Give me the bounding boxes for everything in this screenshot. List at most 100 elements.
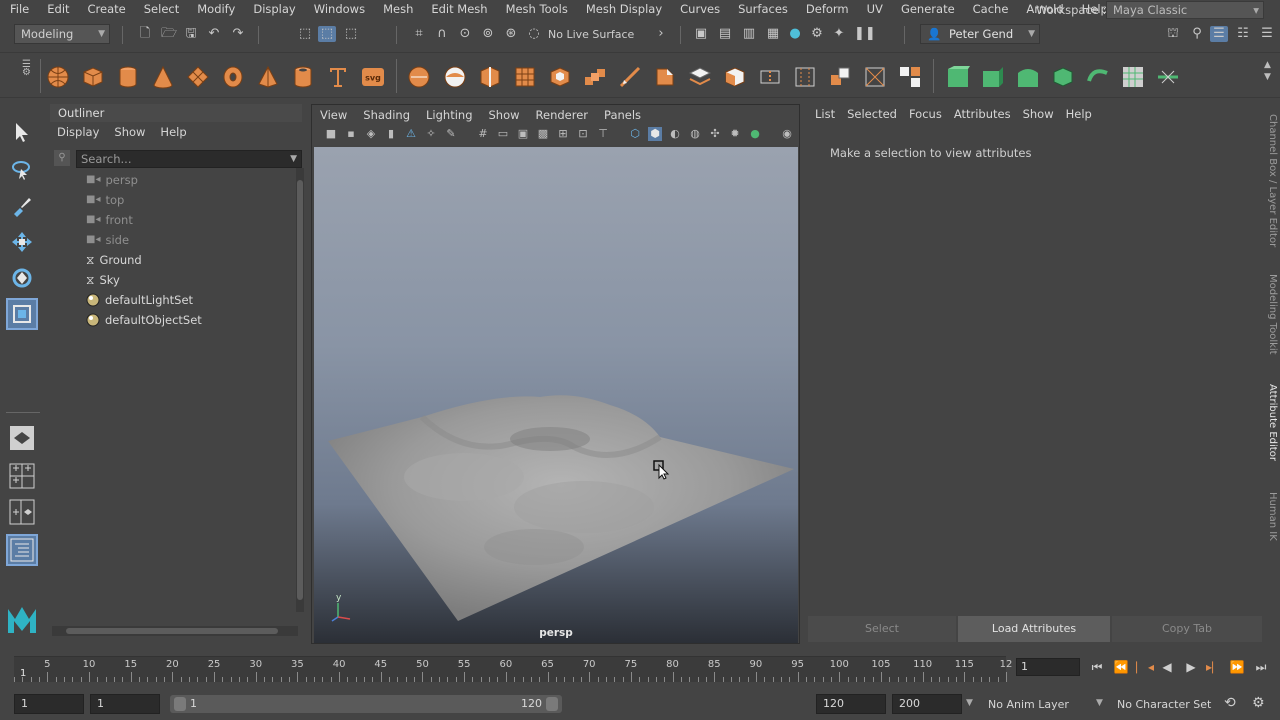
viewport-menu-panels[interactable]: Panels: [596, 108, 649, 122]
save-scene-icon[interactable]: 🖫: [182, 26, 200, 42]
outliner-item-front[interactable]: ■◂ front: [86, 210, 133, 230]
offset-edge-loop-icon[interactable]: [793, 65, 817, 89]
step-forward-frame-icon[interactable]: ▸⎸: [1206, 659, 1224, 675]
tab-modeling-toolkit[interactable]: Modeling Toolkit: [1264, 274, 1278, 355]
tool-settings-toggle-icon[interactable]: ☷: [1234, 26, 1252, 42]
viewport-menu-show[interactable]: Show: [481, 108, 528, 122]
menu-edit[interactable]: Edit: [37, 2, 77, 16]
camera-attributes-icon[interactable]: ■: [324, 127, 338, 141]
attribute-editor-toggle-icon[interactable]: ☰: [1210, 26, 1228, 42]
render-settings-icon[interactable]: ▦: [764, 26, 782, 42]
playback-start-field[interactable]: 1: [90, 694, 160, 714]
ipr-render-icon[interactable]: ▥: [740, 26, 758, 42]
select-tool-icon[interactable]: [6, 116, 38, 148]
append-polygon-icon[interactable]: [688, 65, 712, 89]
menu-modify[interactable]: Modify: [187, 2, 243, 16]
poly-plane-icon[interactable]: [186, 65, 210, 89]
target-weld-icon[interactable]: [863, 65, 887, 89]
new-scene-icon[interactable]: 🗋: [136, 26, 154, 42]
attr-menu-list[interactable]: List: [810, 107, 842, 121]
menu-cache[interactable]: Cache: [963, 2, 1017, 16]
camera-lock-icon[interactable]: ▪: [344, 127, 358, 141]
four-view-layout-icon[interactable]: [6, 460, 38, 492]
live-surface-icon[interactable]: ◌: [525, 26, 543, 42]
cylindrical-uv-icon[interactable]: [981, 65, 1005, 89]
outliner-menu-help[interactable]: Help: [153, 123, 194, 141]
menu-mesh-tools[interactable]: Mesh Tools: [496, 2, 576, 16]
play-backwards-icon[interactable]: ◀: [1158, 659, 1176, 675]
chevron-down-icon[interactable]: ▼: [966, 698, 973, 708]
uv-editor-icon[interactable]: [1121, 65, 1145, 89]
attr-menu-focus[interactable]: Focus: [904, 107, 949, 121]
menu-deform[interactable]: Deform: [796, 2, 857, 16]
modeling-toolkit-toggle-icon[interactable]: ⛫: [1164, 26, 1182, 42]
textured-icon[interactable]: ✣: [708, 127, 722, 141]
isolate-select-icon[interactable]: ◉: [780, 127, 794, 141]
light-editor-icon[interactable]: ✦: [830, 26, 848, 42]
auto-key-icon[interactable]: ⟲: [1224, 695, 1236, 711]
go-to-end-icon[interactable]: ⏭: [1252, 659, 1270, 675]
rotate-tool-icon[interactable]: [6, 262, 38, 294]
insert-edge-loop-icon[interactable]: [758, 65, 782, 89]
poly-cone-icon[interactable]: [151, 65, 175, 89]
time-slider-track[interactable]: 5 10 15 20 25 30 35 40 45 50 55 60 65 70 75 80 85 90 95 100…: [14, 656, 1012, 682]
select-hierarchy-icon[interactable]: ⬚: [296, 26, 314, 42]
character-controls-icon[interactable]: ⚲: [1188, 26, 1206, 42]
scale-tool-icon[interactable]: [6, 298, 38, 330]
chevron-right-icon[interactable]: ›: [652, 26, 670, 42]
poly-torus-icon[interactable]: [221, 65, 245, 89]
wireframe-on-shaded-icon[interactable]: ◍: [688, 127, 702, 141]
multi-cut-icon[interactable]: [618, 65, 642, 89]
select-button[interactable]: Select: [808, 616, 956, 642]
attr-menu-selected[interactable]: Selected: [842, 107, 904, 121]
anim-layer-label[interactable]: No Anim Layer: [988, 698, 1069, 711]
chevron-down-icon[interactable]: ▼: [290, 151, 297, 167]
scrollbar-thumb[interactable]: [66, 628, 278, 634]
fill-hole-icon[interactable]: [723, 65, 747, 89]
outliner-layout-icon[interactable]: [6, 534, 38, 566]
menu-file[interactable]: File: [0, 2, 37, 16]
smooth-icon[interactable]: [478, 65, 502, 89]
tab-channel-box[interactable]: Channel Box / Layer Editor: [1264, 114, 1278, 247]
bevel-icon[interactable]: [653, 65, 677, 89]
move-tool-icon[interactable]: [6, 226, 38, 258]
terrain-plane-mesh[interactable]: [314, 147, 798, 643]
menu-mesh[interactable]: Mesh: [373, 2, 421, 16]
viewport-canvas[interactable]: y persp: [314, 147, 798, 643]
copy-tab-button[interactable]: Copy Tab: [1112, 616, 1262, 642]
gate-mask-icon[interactable]: ▩: [536, 127, 550, 141]
snap-point-icon[interactable]: ⊙: [456, 26, 474, 42]
select-component-icon[interactable]: ⬚: [342, 26, 360, 42]
bridge-icon[interactable]: [583, 65, 607, 89]
use-default-material-icon[interactable]: ◐: [668, 127, 682, 141]
film-gate-icon[interactable]: ▭: [496, 127, 510, 141]
outliner-item-top[interactable]: ■◂ top: [86, 190, 124, 210]
snap-view-plane-icon[interactable]: ⊚: [479, 26, 497, 42]
menu-create[interactable]: Create: [78, 2, 134, 16]
snap-grid-icon[interactable]: ⌗: [410, 26, 428, 42]
search-filter-icon[interactable]: ⚲: [54, 150, 70, 166]
smooth-shade-icon[interactable]: ⬢: [648, 127, 662, 141]
attr-menu-help[interactable]: Help: [1061, 107, 1099, 121]
chevron-down-icon[interactable]: ▼: [1096, 698, 1103, 708]
menu-select[interactable]: Select: [134, 2, 187, 16]
menu-generate[interactable]: Generate: [891, 2, 963, 16]
poly-sphere-icon[interactable]: [46, 65, 70, 89]
poly-pipe-icon[interactable]: [291, 65, 315, 89]
open-scene-icon[interactable]: 🗁: [160, 26, 178, 42]
menu-surfaces[interactable]: Surfaces: [728, 2, 796, 16]
outliner-item-sky[interactable]: ⧖ Sky: [86, 270, 120, 290]
channel-box-toggle-icon[interactable]: ☰: [1258, 26, 1276, 42]
resolution-gate-icon[interactable]: ▣: [516, 127, 530, 141]
pause-icon[interactable]: ❚❚: [854, 26, 876, 42]
poly-cube-icon[interactable]: [81, 65, 105, 89]
poly-cylinder-icon[interactable]: [116, 65, 140, 89]
mirror-icon[interactable]: [513, 65, 537, 89]
tab-human-ik[interactable]: Human IK: [1264, 492, 1278, 541]
safe-title-icon[interactable]: ⊤: [596, 127, 610, 141]
image-plane-icon[interactable]: ▮: [384, 127, 398, 141]
menu-display[interactable]: Display: [243, 2, 303, 16]
animation-end-field[interactable]: 200: [892, 694, 962, 714]
outliner-menu-display[interactable]: Display: [50, 123, 107, 141]
grid-icon[interactable]: #: [476, 127, 490, 141]
